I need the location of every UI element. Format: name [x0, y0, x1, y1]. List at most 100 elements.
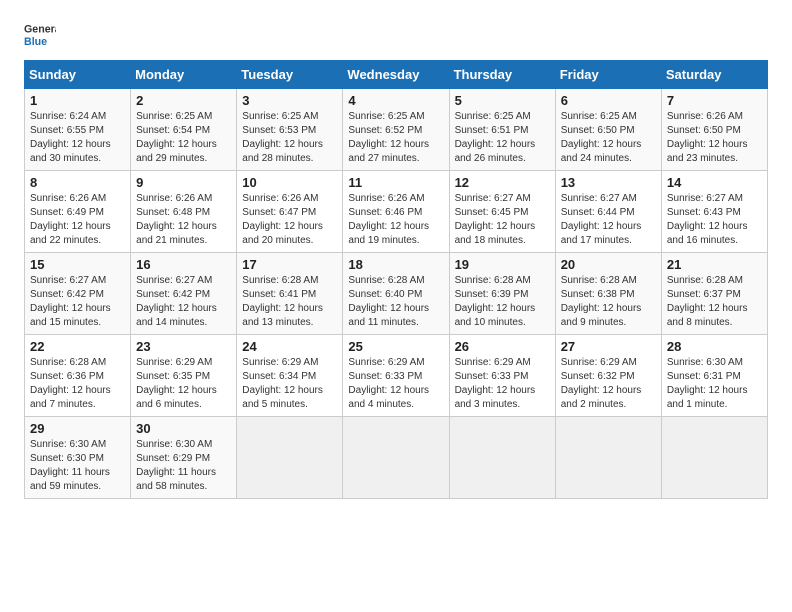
- day-number: 15: [30, 257, 125, 272]
- day-content: Sunrise: 6:26 AM Sunset: 6:47 PM Dayligh…: [242, 192, 337, 248]
- day-number: 22: [30, 339, 125, 354]
- calendar-week-5: 29Sunrise: 6:30 AM Sunset: 6:30 PM Dayli…: [25, 417, 768, 499]
- day-number: 11: [348, 175, 443, 190]
- day-content: Sunrise: 6:26 AM Sunset: 6:48 PM Dayligh…: [136, 192, 231, 248]
- day-number: 20: [561, 257, 656, 272]
- day-number: 30: [136, 421, 231, 436]
- calendar-cell: 30Sunrise: 6:30 AM Sunset: 6:29 PM Dayli…: [131, 417, 237, 499]
- calendar-cell: 19 Sunrise: 6:28 AM Sunset: 6:39 PM Dayli…: [449, 253, 555, 335]
- weekday-header-wednesday: Wednesday: [343, 61, 449, 89]
- calendar-cell: 2 Sunrise: 6:25 AM Sunset: 6:54 PM Daylig…: [131, 89, 237, 171]
- calendar-table: SundayMondayTuesdayWednesdayThursdayFrid…: [24, 60, 768, 499]
- svg-text:General: General: [24, 23, 56, 35]
- day-number: 10: [242, 175, 337, 190]
- calendar-cell: 3 Sunrise: 6:25 AM Sunset: 6:53 PM Daylig…: [237, 89, 343, 171]
- day-content: Sunrise: 6:25 AM Sunset: 6:52 PM Dayligh…: [348, 110, 443, 166]
- calendar-cell: 20 Sunrise: 6:28 AM Sunset: 6:38 PM Dayli…: [555, 253, 661, 335]
- day-number: 27: [561, 339, 656, 354]
- day-content: Sunrise: 6:27 AM Sunset: 6:43 PM Dayligh…: [667, 192, 762, 248]
- day-number: 17: [242, 257, 337, 272]
- calendar-cell: 25Sunrise: 6:29 AM Sunset: 6:33 PM Dayli…: [343, 335, 449, 417]
- day-number: 8: [30, 175, 125, 190]
- day-number: 16: [136, 257, 231, 272]
- calendar-cell: 17Sunrise: 6:28 AM Sunset: 6:41 PM Dayli…: [237, 253, 343, 335]
- day-number: 4: [348, 93, 443, 108]
- calendar-cell: 13 Sunrise: 6:27 AM Sunset: 6:44 PM Dayli…: [555, 171, 661, 253]
- calendar-cell: 26 Sunrise: 6:29 AM Sunset: 6:33 PM Dayli…: [449, 335, 555, 417]
- day-number: 2: [136, 93, 231, 108]
- day-content: Sunrise: 6:28 AM Sunset: 6:39 PM Dayligh…: [455, 274, 550, 330]
- calendar-body: 1 Sunrise: 6:24 AM Sunset: 6:55 PM Daylig…: [25, 89, 768, 499]
- day-content: Sunrise: 6:29 AM Sunset: 6:33 PM Dayligh…: [348, 356, 443, 412]
- calendar-header: SundayMondayTuesdayWednesdayThursdayFrid…: [25, 61, 768, 89]
- day-content: Sunrise: 6:25 AM Sunset: 6:51 PM Dayligh…: [455, 110, 550, 166]
- day-content: Sunrise: 6:26 AM Sunset: 6:49 PM Dayligh…: [30, 192, 125, 248]
- calendar-cell: [555, 417, 661, 499]
- weekday-header-sunday: Sunday: [25, 61, 131, 89]
- day-number: 13: [561, 175, 656, 190]
- day-number: 26: [455, 339, 550, 354]
- svg-text:Blue: Blue: [24, 36, 47, 48]
- calendar-cell: 11 Sunrise: 6:26 AM Sunset: 6:46 PM Dayli…: [343, 171, 449, 253]
- day-number: 21: [667, 257, 762, 272]
- weekday-header-saturday: Saturday: [661, 61, 767, 89]
- calendar-cell: 15 Sunrise: 6:27 AM Sunset: 6:42 PM Dayli…: [25, 253, 131, 335]
- day-number: 6: [561, 93, 656, 108]
- calendar-cell: 18 Sunrise: 6:28 AM Sunset: 6:40 PM Dayli…: [343, 253, 449, 335]
- calendar-week-4: 22Sunrise: 6:28 AM Sunset: 6:36 PM Dayli…: [25, 335, 768, 417]
- day-content: Sunrise: 6:27 AM Sunset: 6:44 PM Dayligh…: [561, 192, 656, 248]
- day-content: Sunrise: 6:24 AM Sunset: 6:55 PM Dayligh…: [30, 110, 125, 166]
- day-number: 18: [348, 257, 443, 272]
- day-number: 23: [136, 339, 231, 354]
- day-content: Sunrise: 6:25 AM Sunset: 6:53 PM Dayligh…: [242, 110, 337, 166]
- day-number: 28: [667, 339, 762, 354]
- calendar-cell: 6 Sunrise: 6:25 AM Sunset: 6:50 PM Daylig…: [555, 89, 661, 171]
- day-number: 7: [667, 93, 762, 108]
- day-content: Sunrise: 6:29 AM Sunset: 6:33 PM Dayligh…: [455, 356, 550, 412]
- calendar-cell: 14 Sunrise: 6:27 AM Sunset: 6:43 PM Dayli…: [661, 171, 767, 253]
- day-number: 29: [30, 421, 125, 436]
- calendar-week-2: 8 Sunrise: 6:26 AM Sunset: 6:49 PM Daylig…: [25, 171, 768, 253]
- logo: General Blue: [24, 20, 56, 52]
- calendar-cell: 16Sunrise: 6:27 AM Sunset: 6:42 PM Dayli…: [131, 253, 237, 335]
- calendar-week-1: 1 Sunrise: 6:24 AM Sunset: 6:55 PM Daylig…: [25, 89, 768, 171]
- day-content: Sunrise: 6:28 AM Sunset: 6:38 PM Dayligh…: [561, 274, 656, 330]
- day-content: Sunrise: 6:25 AM Sunset: 6:50 PM Dayligh…: [561, 110, 656, 166]
- day-content: Sunrise: 6:27 AM Sunset: 6:42 PM Dayligh…: [30, 274, 125, 330]
- day-content: Sunrise: 6:25 AM Sunset: 6:54 PM Dayligh…: [136, 110, 231, 166]
- calendar-cell: 29Sunrise: 6:30 AM Sunset: 6:30 PM Dayli…: [25, 417, 131, 499]
- day-number: 5: [455, 93, 550, 108]
- weekday-header-friday: Friday: [555, 61, 661, 89]
- calendar-cell: 21 Sunrise: 6:28 AM Sunset: 6:37 PM Dayli…: [661, 253, 767, 335]
- day-number: 14: [667, 175, 762, 190]
- calendar-cell: 8 Sunrise: 6:26 AM Sunset: 6:49 PM Daylig…: [25, 171, 131, 253]
- page-header: General Blue: [24, 20, 768, 52]
- day-content: Sunrise: 6:26 AM Sunset: 6:50 PM Dayligh…: [667, 110, 762, 166]
- calendar-cell: 23Sunrise: 6:29 AM Sunset: 6:35 PM Dayli…: [131, 335, 237, 417]
- day-content: Sunrise: 6:27 AM Sunset: 6:45 PM Dayligh…: [455, 192, 550, 248]
- day-number: 24: [242, 339, 337, 354]
- day-content: Sunrise: 6:28 AM Sunset: 6:37 PM Dayligh…: [667, 274, 762, 330]
- calendar-cell: 1 Sunrise: 6:24 AM Sunset: 6:55 PM Daylig…: [25, 89, 131, 171]
- calendar-cell: [237, 417, 343, 499]
- calendar-cell: 7 Sunrise: 6:26 AM Sunset: 6:50 PM Daylig…: [661, 89, 767, 171]
- calendar-cell: 28Sunrise: 6:30 AM Sunset: 6:31 PM Dayli…: [661, 335, 767, 417]
- logo-icon: General Blue: [24, 20, 56, 52]
- calendar-cell: 10 Sunrise: 6:26 AM Sunset: 6:47 PM Dayli…: [237, 171, 343, 253]
- weekday-header-row: SundayMondayTuesdayWednesdayThursdayFrid…: [25, 61, 768, 89]
- day-content: Sunrise: 6:28 AM Sunset: 6:40 PM Dayligh…: [348, 274, 443, 330]
- calendar-week-3: 15 Sunrise: 6:27 AM Sunset: 6:42 PM Dayli…: [25, 253, 768, 335]
- calendar-cell: 24 Sunrise: 6:29 AM Sunset: 6:34 PM Dayli…: [237, 335, 343, 417]
- calendar-cell: 12Sunrise: 6:27 AM Sunset: 6:45 PM Dayli…: [449, 171, 555, 253]
- calendar-cell: 22Sunrise: 6:28 AM Sunset: 6:36 PM Dayli…: [25, 335, 131, 417]
- day-content: Sunrise: 6:29 AM Sunset: 6:34 PM Dayligh…: [242, 356, 337, 412]
- day-number: 3: [242, 93, 337, 108]
- day-content: Sunrise: 6:26 AM Sunset: 6:46 PM Dayligh…: [348, 192, 443, 248]
- weekday-header-monday: Monday: [131, 61, 237, 89]
- calendar-cell: 4 Sunrise: 6:25 AM Sunset: 6:52 PM Daylig…: [343, 89, 449, 171]
- day-number: 19: [455, 257, 550, 272]
- day-number: 1: [30, 93, 125, 108]
- calendar-cell: 5 Sunrise: 6:25 AM Sunset: 6:51 PM Daylig…: [449, 89, 555, 171]
- day-content: Sunrise: 6:29 AM Sunset: 6:32 PM Dayligh…: [561, 356, 656, 412]
- day-number: 9: [136, 175, 231, 190]
